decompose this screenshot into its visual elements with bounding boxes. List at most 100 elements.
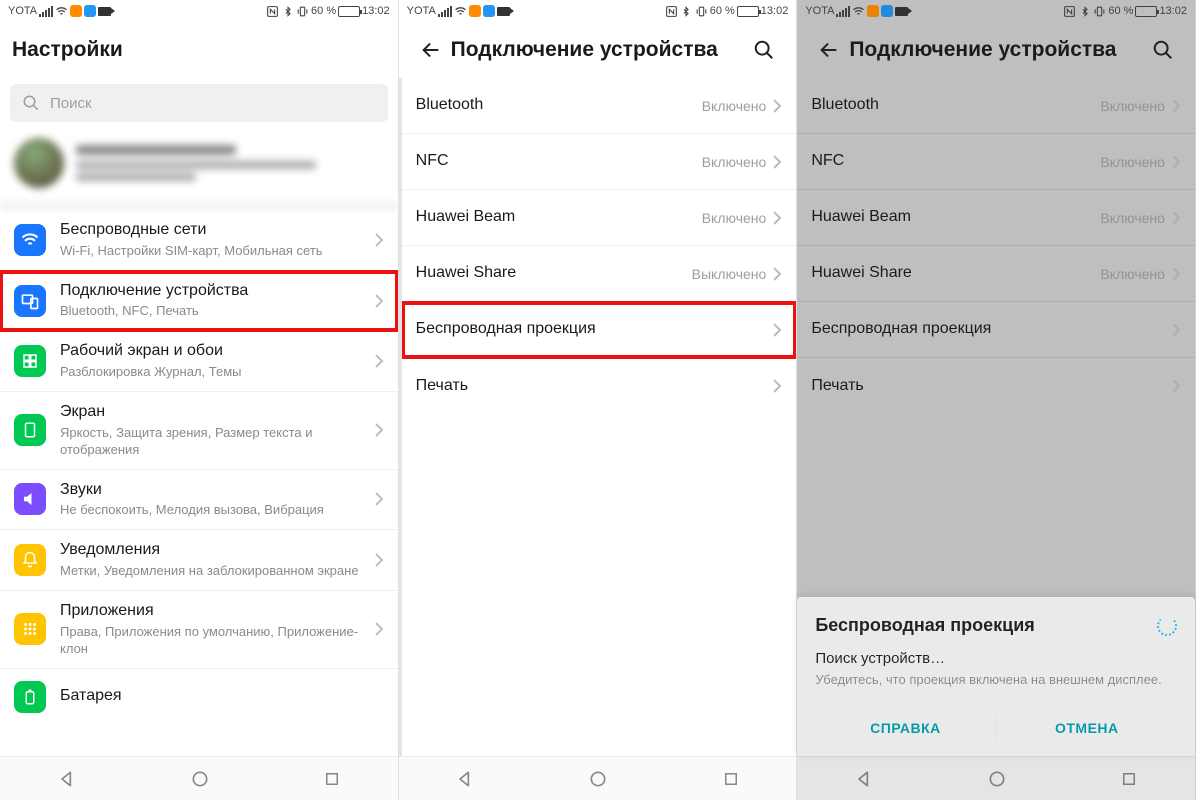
row-nfc[interactable]: NFC Включено: [797, 134, 1195, 190]
nav-home-icon[interactable]: [588, 769, 608, 789]
settings-row-display[interactable]: ЭкранЯркость, Защита зрения, Размер текс…: [0, 392, 398, 470]
app-badge-blue: [483, 5, 495, 17]
video-icon: [98, 7, 111, 16]
row-wireless-projection[interactable]: Беспроводная проекция: [797, 302, 1195, 358]
row-nfc[interactable]: NFC Включено: [402, 134, 797, 190]
wifi-icon: [852, 5, 865, 18]
chevron-right-icon: [772, 98, 782, 114]
row-huawei-beam[interactable]: Huawei Beam Включено: [797, 190, 1195, 246]
row-wireless-projection[interactable]: Беспроводная проекция: [402, 302, 797, 358]
app-badge-blue: [881, 5, 893, 17]
nav-recents-icon[interactable]: [1120, 770, 1138, 788]
app-badge-orange: [70, 5, 82, 17]
app-badge-orange: [469, 5, 481, 17]
row-print[interactable]: Печать: [402, 358, 797, 414]
chevron-right-icon: [772, 210, 782, 226]
battery-icon: [737, 6, 759, 17]
bluetooth-icon: [1078, 5, 1091, 18]
chevron-right-icon: [374, 353, 384, 369]
search-placeholder: Поиск: [50, 95, 92, 112]
chevron-right-icon: [1171, 378, 1181, 394]
help-button[interactable]: СПРАВКА: [815, 708, 995, 748]
wifi-tile-icon: [14, 224, 46, 256]
wifi-icon: [55, 5, 68, 18]
chevron-right-icon: [1171, 266, 1181, 282]
chevron-right-icon: [374, 293, 384, 309]
wifi-icon: [454, 5, 467, 18]
chevron-right-icon: [772, 322, 782, 338]
header: Подключение устройства: [797, 22, 1195, 78]
status-bar: YOTA 60 % 13:02: [797, 0, 1195, 22]
search-button[interactable]: [1143, 30, 1183, 70]
row-huawei-share[interactable]: Huawei Share Выключено: [402, 246, 797, 302]
settings-row-apps[interactable]: ПриложенияПрава, Приложения по умолчанию…: [0, 591, 398, 669]
settings-row-battery[interactable]: Батарея: [0, 669, 398, 725]
chevron-right-icon: [1171, 210, 1181, 226]
page-title: Подключение устройства: [451, 38, 745, 62]
app-badge-blue: [84, 5, 96, 17]
app-badge-orange: [867, 5, 879, 17]
display-tile-icon: [14, 414, 46, 446]
row-bluetooth[interactable]: Bluetooth Включено: [797, 78, 1195, 134]
chevron-right-icon: [1171, 98, 1181, 114]
chevron-right-icon: [772, 266, 782, 282]
nfc-icon: [266, 5, 279, 18]
row-print[interactable]: Печать: [797, 358, 1195, 414]
clock: 13:02: [362, 5, 390, 17]
settings-row-notifications[interactable]: УведомленияМетки, Уведомления на заблоки…: [0, 530, 398, 591]
battery-icon: [338, 6, 360, 17]
settings-row-home-wallpaper[interactable]: Рабочий экран и обоиРазблокировка Журнал…: [0, 331, 398, 392]
settings-row-device-connection[interactable]: Подключение устройстваBluetooth, NFC, Пе…: [0, 271, 398, 332]
back-button[interactable]: [411, 30, 451, 70]
settings-row-sounds[interactable]: ЗвукиНе беспокоить, Мелодия вызова, Вибр…: [0, 470, 398, 531]
cancel-button[interactable]: ОТМЕНА: [997, 708, 1177, 748]
page-title: Настройки: [12, 38, 386, 62]
bell-tile-icon: [14, 544, 46, 576]
chevron-right-icon: [374, 422, 384, 438]
wireless-projection-sheet: Беспроводная проекция Поиск устройств… У…: [797, 597, 1195, 756]
chevron-right-icon: [772, 378, 782, 394]
chevron-right-icon: [1171, 322, 1181, 338]
status-bar: YOTA 60 % 13:02: [399, 0, 797, 22]
nfc-icon: [665, 5, 678, 18]
devices-tile-icon: [14, 285, 46, 317]
loading-spinner-icon: [1157, 616, 1177, 636]
search-button[interactable]: [744, 30, 784, 70]
carrier-label: YOTA: [8, 5, 37, 17]
bluetooth-icon: [680, 5, 693, 18]
home-tile-icon: [14, 345, 46, 377]
sound-tile-icon: [14, 483, 46, 515]
row-huawei-beam[interactable]: Huawei Beam Включено: [402, 190, 797, 246]
avatar: [14, 138, 64, 188]
back-button[interactable]: [809, 30, 849, 70]
nav-back-icon[interactable]: [854, 769, 874, 789]
vibrate-icon: [1093, 5, 1106, 18]
chevron-right-icon: [374, 621, 384, 637]
nav-home-icon[interactable]: [987, 769, 1007, 789]
sheet-title: Беспроводная проекция: [815, 615, 1035, 636]
nav-home-icon[interactable]: [190, 769, 210, 789]
row-huawei-share[interactable]: Huawei Share Включено: [797, 246, 1195, 302]
page-title: Подключение устройства: [849, 38, 1143, 62]
row-bluetooth[interactable]: Bluetooth Включено: [402, 78, 797, 134]
nfc-icon: [1063, 5, 1076, 18]
nav-recents-icon[interactable]: [722, 770, 740, 788]
chevron-right-icon: [374, 552, 384, 568]
video-icon: [497, 7, 510, 16]
nav-recents-icon[interactable]: [323, 770, 341, 788]
settings-row-wireless[interactable]: Беспроводные сетиWi-Fi, Настройки SIM-ка…: [0, 210, 398, 271]
nav-bar: [797, 756, 1195, 800]
signal-icon: [836, 6, 850, 17]
nav-back-icon[interactable]: [57, 769, 77, 789]
battery-pct: 60 %: [311, 5, 336, 17]
search-input[interactable]: Поиск: [10, 84, 388, 122]
nav-bar: [399, 756, 797, 800]
apps-tile-icon: [14, 613, 46, 645]
bluetooth-icon: [281, 5, 294, 18]
header: Настройки: [0, 22, 398, 78]
nav-back-icon[interactable]: [455, 769, 475, 789]
vibrate-icon: [296, 5, 309, 18]
signal-icon: [39, 6, 53, 17]
profile-card[interactable]: [0, 128, 398, 210]
chevron-right-icon: [374, 491, 384, 507]
